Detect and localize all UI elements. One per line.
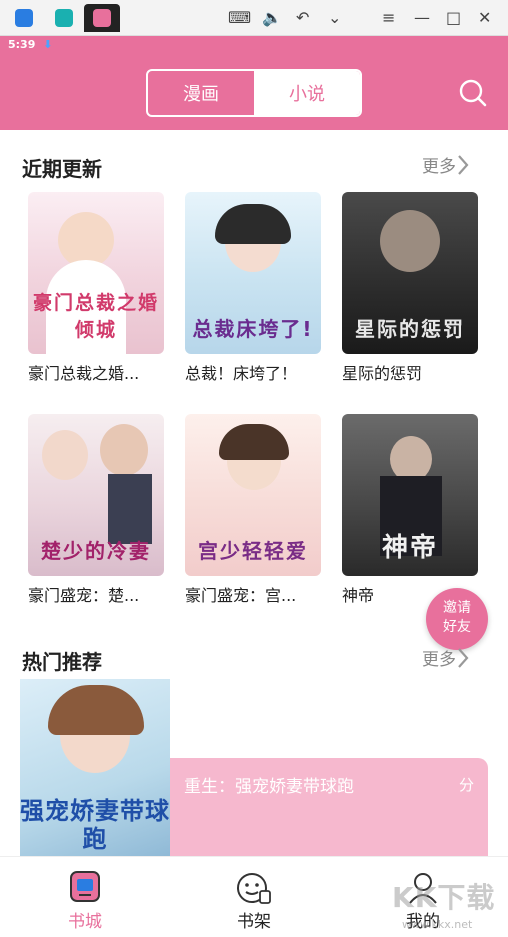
watermark-url: www.kkx.net [402, 918, 473, 931]
emulator-tab-comic-app[interactable] [84, 4, 120, 32]
menu-icon[interactable]: ≡ [382, 7, 395, 29]
more-label: 更多 [422, 650, 456, 670]
book-cover-title: 总裁床垮了! [192, 317, 314, 341]
emulator-title-bar: ⌨ 🔈 ↶ ⌄ ≡ — □ ✕ [0, 0, 508, 36]
tab-novel[interactable]: 小说 [254, 71, 360, 115]
app-header: 5:39 ⬇ 漫画 小说 [0, 36, 508, 130]
chevron-right-icon [458, 154, 469, 175]
book-cover-title: 神帝 [381, 533, 438, 563]
hot-book-info[interactable]: 重生：强宠娇妻带球跑 分 [170, 758, 488, 856]
chevron-right-icon [458, 647, 469, 668]
book-card[interactable]: 豪门总裁之婚倾城 豪门总裁之婚... [28, 192, 164, 384]
maximize-icon[interactable]: □ [446, 7, 461, 29]
hot-more-link[interactable]: 更多 [422, 645, 470, 670]
tab-bookshelf-label: 书架 [237, 912, 271, 932]
book-title: 总裁！床垮了！ [185, 364, 298, 383]
hot-book-title: 重生：强宠娇妻带球跑 [184, 777, 354, 797]
tab-comic[interactable]: 漫画 [148, 71, 254, 115]
book-cover[interactable]: 神帝 [342, 414, 478, 576]
category-switch: 漫画 小说 [146, 69, 362, 117]
recent-more-link[interactable]: 更多 [422, 152, 470, 177]
download-icon: ⬇ [43, 38, 53, 51]
bookshelf-icon [237, 873, 271, 904]
status-bar: 5:39 ⬇ [8, 38, 52, 51]
book-title: 豪门盛宠：宫... [185, 586, 297, 605]
book-card[interactable]: 楚少的冷妻 豪门盛宠：楚... [28, 414, 164, 606]
hot-book-score: 分 [458, 776, 474, 794]
book-cover-title: 星际的惩罚 [355, 317, 465, 341]
book-card[interactable]: 神帝 神帝 [342, 414, 478, 606]
status-time: 5:39 [8, 38, 36, 51]
tab-bookshelf[interactable]: 书架 [194, 857, 314, 937]
watermark-logo: KK下载 [392, 881, 496, 914]
book-cover-title: 豪门总裁之婚倾城 [32, 292, 159, 341]
book-card[interactable]: 宫少轻轻爱 豪门盛宠：宫... [185, 414, 321, 606]
book-card[interactable]: 星际的惩罚 星际的惩罚 [342, 192, 478, 384]
invite-label-line1: 邀请 [443, 600, 471, 616]
close-icon[interactable]: ✕ [478, 7, 491, 29]
book-title: 豪门总裁之婚... [28, 364, 140, 383]
hot-section-title: 热门推荐 [22, 650, 102, 674]
book-cover[interactable]: 宫少轻轻爱 [185, 414, 321, 576]
book-cover-title: 宫少轻轻爱 [198, 539, 308, 563]
invite-label-line2: 好友 [443, 619, 471, 635]
emulator-tab-home[interactable] [8, 4, 40, 32]
home-app-icon [15, 9, 33, 27]
book-title: 星际的惩罚 [342, 364, 423, 383]
book-cover[interactable]: 豪门总裁之婚倾城 [28, 192, 164, 354]
book-cover[interactable]: 星际的惩罚 [342, 192, 478, 354]
back-icon[interactable]: ↶ [296, 7, 309, 29]
book-cover[interactable]: 总裁床垮了! [185, 192, 321, 354]
minimize-icon[interactable]: — [414, 7, 430, 29]
tab-bookstore-label: 书城 [68, 912, 102, 932]
book-cover-title: 楚少的冷妻 [41, 539, 151, 563]
hot-book-cover[interactable]: 强宠娇妻带球跑 [20, 679, 170, 857]
bookstore-icon [70, 871, 100, 902]
recent-section-title: 近期更新 [22, 157, 102, 181]
search-icon[interactable] [458, 78, 488, 108]
invite-friends-button[interactable]: 邀请 好友 [426, 588, 488, 650]
keyboard-icon[interactable]: ⌨ [228, 7, 251, 29]
hot-book-cover-title: 强宠娇妻带球跑 [20, 797, 170, 853]
book-card[interactable]: 总裁床垮了! 总裁！床垮了！ [185, 192, 321, 384]
chevron-down-icon[interactable]: ⌄ [328, 7, 341, 29]
book-title: 豪门盛宠：楚... [28, 586, 140, 605]
book-cover[interactable]: 楚少的冷妻 [28, 414, 164, 576]
emulator-tab-app-store[interactable] [48, 4, 80, 32]
tab-bookstore[interactable]: 书城 [25, 857, 145, 937]
more-label: 更多 [422, 157, 456, 177]
comic-app-icon [93, 9, 111, 27]
volume-icon[interactable]: 🔈 [262, 7, 282, 29]
app-store-icon [55, 9, 73, 27]
